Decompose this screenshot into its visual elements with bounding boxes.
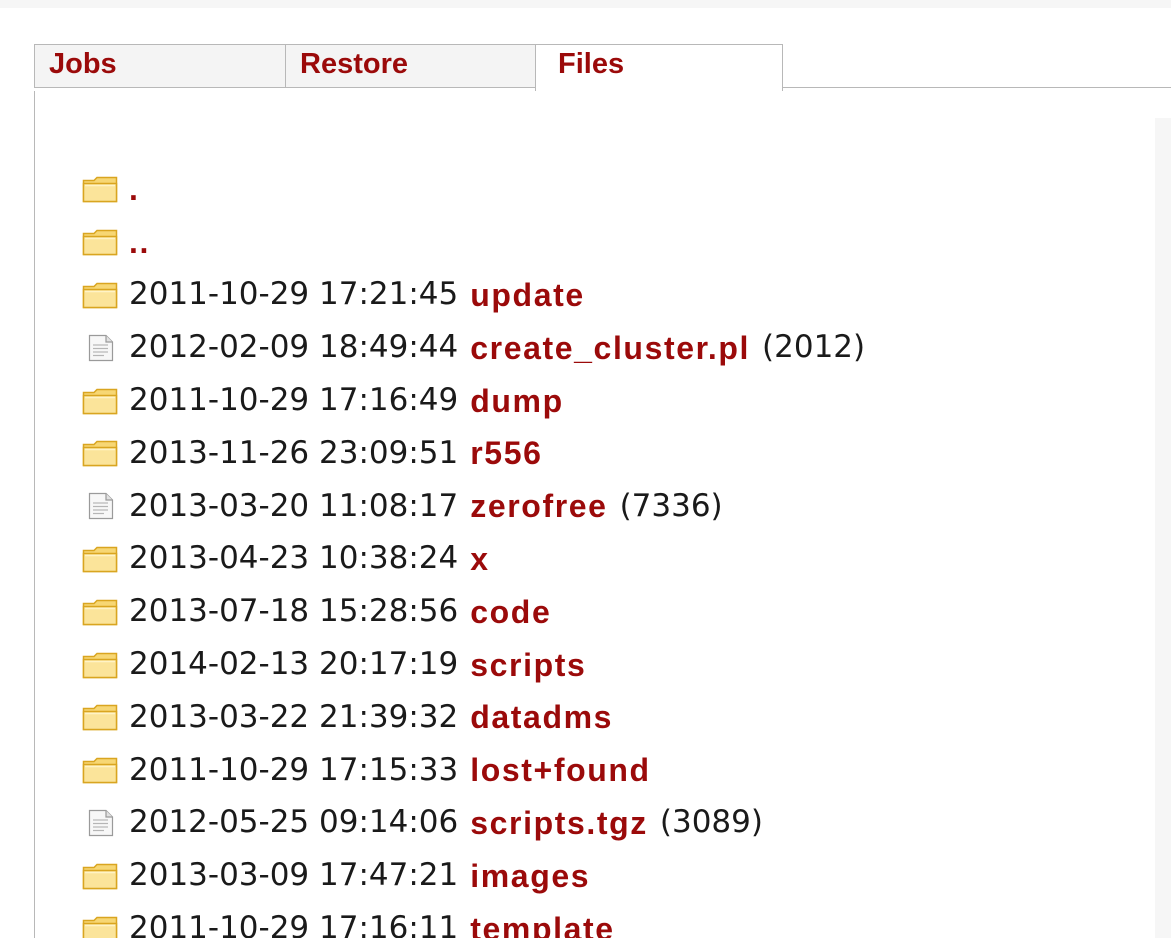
entry-size: (2012) — [762, 329, 866, 366]
file-entry: 2012-02-09 18:49:44 create_cluster.pl (201… — [82, 321, 865, 374]
folder-entry: 2013-03-22 21:39:32 datadms — [82, 691, 865, 744]
tab-bar: Jobs Restore Files — [34, 44, 1171, 92]
entry-name-link[interactable]: update — [470, 279, 585, 311]
entry-size: (3089) — [659, 804, 763, 841]
file-icon — [82, 334, 118, 362]
folder-entry: 2014-02-13 20:17:19 scripts — [82, 638, 865, 691]
file-icon — [82, 809, 118, 837]
folder-entry: 2013-11-26 23:09:51 r556 — [82, 427, 865, 480]
entry-name-link[interactable]: .. — [129, 226, 150, 258]
file-entry: 2012-05-25 09:14:06 scripts.tgz (3089) — [82, 797, 865, 850]
entry-name-link[interactable]: code — [470, 596, 551, 628]
file-entry: 2013-03-20 11:08:17 zerofree (7336) — [82, 480, 865, 533]
folder-entry: 2013-03-09 17:47:21 images — [82, 849, 865, 902]
entry-name-link[interactable]: dump — [470, 385, 564, 417]
entry-name-link[interactable]: r556 — [470, 437, 542, 469]
folder-icon — [82, 598, 118, 626]
entry-timestamp: 2013-07-18 15:28:56 — [129, 593, 459, 630]
folder-entry: 2013-07-18 15:28:56 code — [82, 585, 865, 638]
tab-files-label: Files — [558, 48, 625, 80]
entry-timestamp: 2013-04-23 10:38:24 — [129, 540, 459, 577]
entry-timestamp: 2011-10-29 17:16:11 — [129, 910, 459, 938]
entry-timestamp: 2013-03-20 11:08:17 — [129, 487, 459, 524]
top-band — [0, 0, 1171, 8]
folder-icon — [82, 756, 118, 784]
folder-icon — [82, 387, 118, 415]
entry-name-link[interactable]: zerofree — [470, 490, 607, 522]
entry-name-link[interactable]: lost+found — [470, 754, 650, 786]
folder-icon — [82, 862, 118, 890]
folder-icon — [82, 281, 118, 309]
folder-entry: .. — [82, 216, 865, 269]
folder-entry: . — [82, 163, 865, 216]
entry-timestamp: 2011-10-29 17:21:45 — [129, 276, 459, 313]
folder-entry: 2011-10-29 17:16:11 template — [82, 902, 865, 938]
folder-icon — [82, 703, 118, 731]
entry-name-link[interactable]: images — [470, 860, 590, 892]
tab-files[interactable]: Files — [535, 44, 783, 92]
tab-jobs[interactable]: Jobs — [34, 44, 286, 88]
folder-entry: 2011-10-29 17:21:45 update — [82, 269, 865, 322]
folder-icon — [82, 439, 118, 467]
right-edge-strip — [1155, 118, 1171, 938]
folder-icon — [82, 545, 118, 573]
entry-size: (7336) — [619, 487, 723, 524]
entry-name-link[interactable]: create_cluster.pl — [470, 332, 750, 364]
entry-timestamp: 2012-05-25 09:14:06 — [129, 804, 459, 841]
tab-restore-label: Restore — [300, 48, 408, 80]
entry-timestamp: 2012-02-09 18:49:44 — [129, 329, 459, 366]
file-icon — [82, 492, 118, 520]
folder-icon — [82, 915, 118, 938]
folder-entry: 2013-04-23 10:38:24 x — [82, 533, 865, 586]
app-root: Jobs Restore Files ... 2011-10-29 17:21:4… — [0, 0, 1171, 938]
entry-name-link[interactable]: scripts — [470, 649, 586, 681]
entry-name-link[interactable]: template — [470, 913, 614, 938]
folder-icon — [82, 651, 118, 679]
entry-name-link[interactable]: datadms — [470, 701, 613, 733]
entry-name-link[interactable]: . — [129, 173, 140, 205]
entry-timestamp: 2011-10-29 17:16:49 — [129, 382, 459, 419]
folder-entry: 2011-10-29 17:16:49 dump — [82, 374, 865, 427]
tab-divider-line — [782, 87, 1171, 88]
entry-timestamp: 2013-11-26 23:09:51 — [129, 434, 459, 471]
entry-timestamp: 2013-03-09 17:47:21 — [129, 857, 459, 894]
folder-entry: 2011-10-29 17:15:33 lost+found — [82, 744, 865, 797]
entry-name-link[interactable]: scripts.tgz — [470, 807, 648, 839]
entry-name-link[interactable]: x — [470, 543, 489, 575]
folder-icon — [82, 175, 118, 203]
tab-restore[interactable]: Restore — [285, 44, 536, 88]
entry-timestamp: 2013-03-22 21:39:32 — [129, 698, 459, 735]
folder-icon — [82, 228, 118, 256]
entry-timestamp: 2011-10-29 17:15:33 — [129, 751, 459, 788]
tab-jobs-label: Jobs — [49, 48, 117, 80]
entry-timestamp: 2014-02-13 20:17:19 — [129, 646, 459, 683]
file-list: ... 2011-10-29 17:21:45 update 2012-02-09 1… — [82, 163, 865, 938]
